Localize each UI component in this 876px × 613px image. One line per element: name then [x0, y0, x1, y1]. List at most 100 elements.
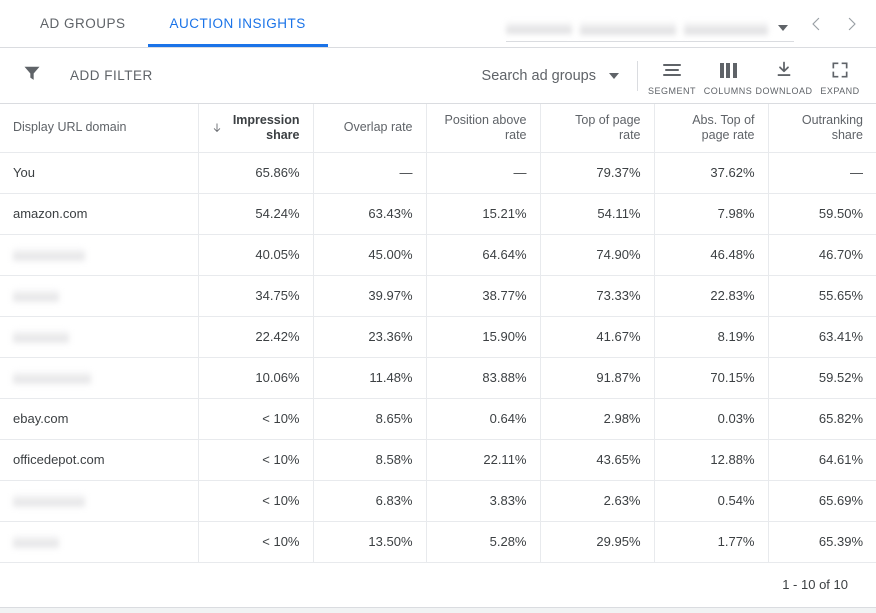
cell-display-url-domain: officedepot.com	[0, 439, 199, 481]
cell-overlap-rate: 8.58%	[313, 439, 427, 481]
cell-abs-top-of-page-rate: 8.19%	[654, 316, 769, 358]
metric-value: 73.33%	[596, 288, 641, 303]
tab-auction-insights[interactable]: AUCTION INSIGHTS	[147, 0, 329, 47]
cell-outranking-share: 46.70%	[768, 234, 876, 276]
table-row[interactable]: 22.42% 23.36% 15.90% 41.67% 8.19% 63.41%	[0, 316, 876, 358]
account-selector[interactable]	[506, 7, 794, 42]
cell-position-above-rate: 64.64%	[426, 234, 541, 276]
metric-value: 22.83%	[710, 288, 755, 303]
cell-outranking-share: —	[768, 152, 876, 194]
metric-value: 0.64%	[489, 411, 527, 426]
column-header-impression-share[interactable]: Impression share	[198, 104, 314, 153]
table-row[interactable]: < 10% 6.83% 3.83% 2.63% 0.54% 65.69%	[0, 480, 876, 522]
funnel-icon	[22, 63, 42, 88]
metric-value: < 10%	[262, 493, 300, 508]
metric-value: 59.50%	[818, 206, 863, 221]
column-header-display-url-domain[interactable]: Display URL domain	[0, 104, 199, 153]
column-header-overlap-rate[interactable]: Overlap rate	[313, 104, 427, 153]
tab-ad-groups-label: AD GROUPS	[40, 16, 126, 31]
metric-value: 64.61%	[818, 452, 863, 467]
column-header-label: Position above rate	[444, 112, 527, 142]
metric-value: 8.58%	[375, 452, 413, 467]
search-ad-groups-label: Search ad groups	[481, 67, 596, 84]
auction-insights-table-card: Display URL domain Impression share Over…	[0, 103, 876, 563]
metric-value: 37.62%	[710, 165, 755, 180]
columns-icon	[719, 59, 737, 81]
metric-value: 83.88%	[482, 370, 527, 385]
table-row[interactable]: amazon.com 54.24% 63.43% 15.21% 54.11% 7.98% 5…	[0, 193, 876, 235]
redacted-domain	[13, 289, 59, 304]
metric-value: 43.65%	[596, 452, 641, 467]
table-row[interactable]: 40.05% 45.00% 64.64% 74.90% 46.48% 46.70%	[0, 234, 876, 276]
metric-value: < 10%	[262, 411, 300, 426]
metric-value: 29.95%	[596, 534, 641, 549]
cell-abs-top-of-page-rate: 7.98%	[654, 193, 769, 235]
cell-position-above-rate: 22.11%	[426, 439, 541, 481]
table-toolbar: ADD FILTER Search ad groups SEGMENT COLU…	[0, 48, 876, 103]
column-header-label: Overlap rate	[343, 120, 413, 135]
cell-outranking-share: 59.52%	[768, 357, 876, 399]
metric-value: 2.98%	[603, 411, 641, 426]
cell-display-url-domain: You	[0, 152, 199, 194]
cell-position-above-rate: —	[426, 152, 541, 194]
tab-list: AD GROUPS AUCTION INSIGHTS	[18, 0, 329, 47]
download-button[interactable]: DOWNLOAD	[756, 55, 812, 96]
cell-display-url-domain	[0, 357, 199, 399]
auction-insights-table: Display URL domain Impression share Over…	[0, 104, 876, 563]
redacted-domain	[13, 371, 91, 386]
cell-impression-share: 54.24%	[198, 193, 314, 235]
chevron-right-icon[interactable]	[834, 6, 870, 42]
cell-top-of-page-rate: 73.33%	[540, 275, 655, 317]
column-header-top-of-page-rate[interactable]: Top of page rate	[540, 104, 655, 153]
metric-value: 63.41%	[818, 329, 863, 344]
cell-overlap-rate: 11.48%	[313, 357, 427, 399]
table-row[interactable]: You 65.86% — — 79.37% 37.62% —	[0, 152, 876, 194]
cell-impression-share: < 10%	[198, 398, 314, 440]
column-header-outranking-share[interactable]: Outranking share	[768, 104, 876, 153]
domain-label: officedepot.com	[13, 452, 105, 467]
expand-button[interactable]: EXPAND	[812, 55, 868, 96]
cell-abs-top-of-page-rate: 46.48%	[654, 234, 769, 276]
cell-outranking-share: 65.82%	[768, 398, 876, 440]
table-row[interactable]: < 10% 13.50% 5.28% 29.95% 1.77% 65.39%	[0, 521, 876, 563]
column-header-abs-top-of-page-rate[interactable]: Abs. Top of page rate	[654, 104, 769, 153]
table-row[interactable]: 34.75% 39.97% 38.77% 73.33% 22.83% 55.65%	[0, 275, 876, 317]
domain-label: ebay.com	[13, 411, 69, 426]
search-ad-groups-button[interactable]: Search ad groups	[482, 68, 633, 84]
cell-outranking-share: 65.69%	[768, 480, 876, 522]
column-header-label: Display URL domain	[13, 120, 127, 135]
cell-position-above-rate: 5.28%	[426, 521, 541, 563]
tab-auction-insights-label: AUCTION INSIGHTS	[169, 16, 306, 31]
account-navigation	[506, 0, 870, 48]
metric-value: 15.90%	[482, 329, 527, 344]
chevron-down-icon[interactable]	[778, 24, 788, 31]
cell-top-of-page-rate: 54.11%	[540, 193, 655, 235]
metric-value: 46.70%	[818, 247, 863, 262]
metric-value: 8.65%	[375, 411, 413, 426]
metric-value: 7.98%	[717, 206, 755, 221]
tab-bar: AD GROUPS AUCTION INSIGHTS	[0, 0, 876, 48]
cell-overlap-rate: 23.36%	[313, 316, 427, 358]
metric-value: 65.69%	[818, 493, 863, 508]
add-filter-button[interactable]: ADD FILTER	[22, 63, 153, 88]
table-row[interactable]: ebay.com < 10% 8.65% 0.64% 2.98% 0.03% 65.82%	[0, 398, 876, 440]
metric-value: 79.37%	[596, 165, 641, 180]
columns-button[interactable]: COLUMNS	[700, 55, 756, 96]
cell-position-above-rate: 83.88%	[426, 357, 541, 399]
columns-label: COLUMNS	[703, 86, 753, 96]
metric-value: 8.19%	[717, 329, 755, 344]
segment-button[interactable]: SEGMENT	[644, 55, 700, 96]
cell-impression-share: 65.86%	[198, 152, 314, 194]
cell-abs-top-of-page-rate: 70.15%	[654, 357, 769, 399]
cell-impression-share: 40.05%	[198, 234, 314, 276]
metric-value: 39.97%	[368, 288, 413, 303]
table-row[interactable]: officedepot.com < 10% 8.58% 22.11% 43.65% 12.…	[0, 439, 876, 481]
cell-position-above-rate: 38.77%	[426, 275, 541, 317]
chevron-left-icon[interactable]	[798, 6, 834, 42]
tab-ad-groups[interactable]: AD GROUPS	[18, 0, 148, 47]
column-header-position-above-rate[interactable]: Position above rate	[426, 104, 541, 153]
metric-value: 12.88%	[710, 452, 755, 467]
cell-abs-top-of-page-rate: 37.62%	[654, 152, 769, 194]
table-row[interactable]: 10.06% 11.48% 83.88% 91.87% 70.15% 59.52%	[0, 357, 876, 399]
cell-display-url-domain	[0, 521, 199, 563]
